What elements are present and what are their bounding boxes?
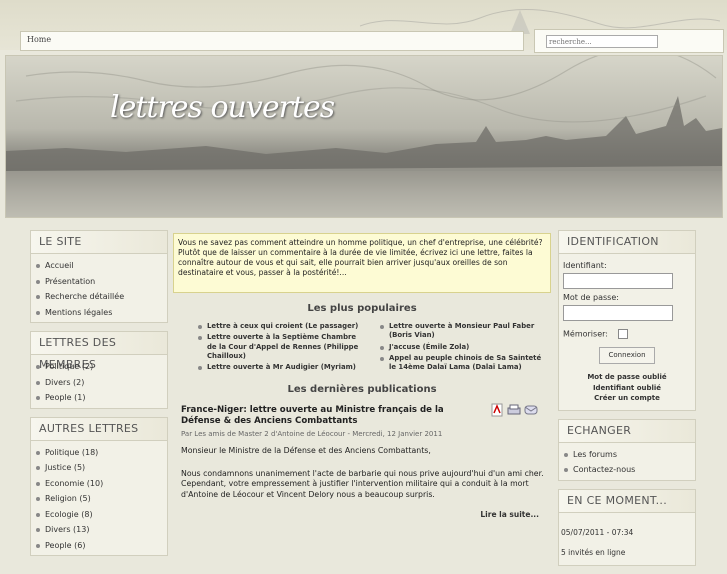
right-sidebar: IDENTIFICATION Identifiant: Mot de passe… — [558, 230, 696, 574]
others-item-economie[interactable]: Economie (10) — [31, 476, 167, 492]
moment-box: EN CE MOMENT... 05/07/2011 - 07:34 5 inv… — [558, 488, 696, 566]
article-actions — [491, 403, 538, 417]
contact-link[interactable]: Contactez-nous — [559, 462, 695, 478]
search-box — [534, 29, 724, 53]
latest-heading: Les dernières publications — [287, 384, 437, 396]
left-sidebar: LE SITE Accueil Présentation Recherche d… — [30, 230, 168, 564]
register-link[interactable]: Créer un compte — [563, 393, 691, 404]
forgot-password-link[interactable]: Mot de passe oublié — [563, 372, 691, 383]
others-menu-title: AUTRES LETTRES — [31, 417, 167, 441]
pdf-icon[interactable] — [491, 403, 503, 417]
article-paragraph: Monsieur le Ministre de la Défense et de… — [181, 446, 431, 456]
exchange-box: ECHANGER Les forums Contactez-nous — [558, 418, 696, 481]
popular-item[interactable]: Appel au peuple chinois de Sa Sainteté l… — [379, 354, 549, 373]
popular-item[interactable]: Lettre ouverte à la Septième Chambre de … — [197, 333, 367, 361]
site-logo[interactable]: lettres ouvertes — [110, 90, 335, 125]
members-menu-title: LETTRES DES MEMBRES — [31, 332, 167, 371]
forgot-username-link[interactable]: Identifiant oublié — [563, 383, 691, 394]
menu-item-presentation[interactable]: Présentation — [31, 274, 167, 290]
login-box: IDENTIFICATION Identifiant: Mot de passe… — [558, 230, 696, 411]
main-content: Vous ne savez pas comment atteindre un h… — [173, 233, 551, 519]
others-menu: AUTRES LETTRES Politique (18) Justice (5… — [30, 416, 168, 556]
popular-list: Lettre à ceux qui croient (Le passager) … — [173, 322, 551, 374]
popular-item[interactable]: J'accuse (Émile Zola) — [379, 343, 549, 352]
city-silhouette-image — [6, 56, 722, 217]
members-menu: LETTRES DES MEMBRES Politique (2) Divers… — [30, 331, 168, 409]
others-item-divers[interactable]: Divers (13) — [31, 522, 167, 538]
login-button[interactable]: Connexion — [599, 347, 655, 364]
exchange-title: ECHANGER — [559, 419, 695, 443]
others-item-politique[interactable]: Politique (18) — [31, 445, 167, 461]
popular-heading: Les plus populaires — [307, 303, 417, 314]
site-menu: LE SITE Accueil Présentation Recherche d… — [30, 230, 168, 323]
menu-item-mentions[interactable]: Mentions légales — [31, 305, 167, 321]
popular-item[interactable]: Lettre ouverte à Monsieur Paul Faber (Bo… — [379, 322, 549, 341]
others-item-religion[interactable]: Religion (5) — [31, 491, 167, 507]
online-guests: 5 invités en ligne — [561, 547, 626, 557]
members-item-people[interactable]: People (1) — [31, 390, 167, 406]
password-label: Mot de passe: — [563, 293, 619, 302]
username-label: Identifiant: — [563, 261, 607, 270]
popular-item[interactable]: Lettre à ceux qui croient (Le passager) — [197, 322, 367, 331]
current-datetime: 05/07/2011 - 07:34 — [561, 527, 634, 537]
moment-title: EN CE MOMENT... — [559, 489, 695, 513]
password-field[interactable] — [563, 304, 673, 321]
article: France-Niger: lettre ouverte au Ministre… — [173, 403, 551, 519]
remember-label: Mémoriser: — [563, 329, 608, 339]
members-item-politique[interactable]: Politique (2) — [31, 359, 167, 375]
read-more-link[interactable]: Lire la suite... — [181, 510, 539, 519]
username-field[interactable] — [563, 272, 673, 289]
forums-link[interactable]: Les forums — [559, 447, 695, 463]
members-item-divers[interactable]: Divers (2) — [31, 375, 167, 391]
intro-text: Vous ne savez pas comment atteindre un h… — [173, 233, 551, 293]
others-item-people[interactable]: People (6) — [31, 538, 167, 554]
remember-checkbox[interactable] — [617, 329, 628, 339]
login-title: IDENTIFICATION — [559, 231, 695, 254]
breadcrumb-home-link[interactable]: Home — [27, 35, 51, 44]
others-item-ecologie[interactable]: Ecologie (8) — [31, 507, 167, 523]
header-banner: lettres ouvertes — [5, 55, 723, 218]
site-menu-title: LE SITE — [31, 231, 167, 254]
others-item-justice[interactable]: Justice (5) — [31, 460, 167, 476]
print-icon[interactable] — [507, 404, 521, 415]
menu-item-accueil[interactable]: Accueil — [31, 258, 167, 274]
email-icon[interactable] — [524, 405, 538, 415]
article-meta: Par Les amis de Master 2 d'Antoine de Lé… — [181, 430, 443, 439]
breadcrumb: Home — [20, 31, 524, 51]
popular-item[interactable]: Lettre ouverte à Mr Audigier (Myriam) — [197, 363, 367, 372]
article-title[interactable]: France-Niger: lettre ouverte au Ministre… — [181, 405, 486, 426]
search-input[interactable] — [546, 35, 658, 48]
menu-item-recherche[interactable]: Recherche détaillée — [31, 289, 167, 305]
article-paragraph: Nous condamnons unanimement l'acte de ba… — [181, 468, 544, 499]
